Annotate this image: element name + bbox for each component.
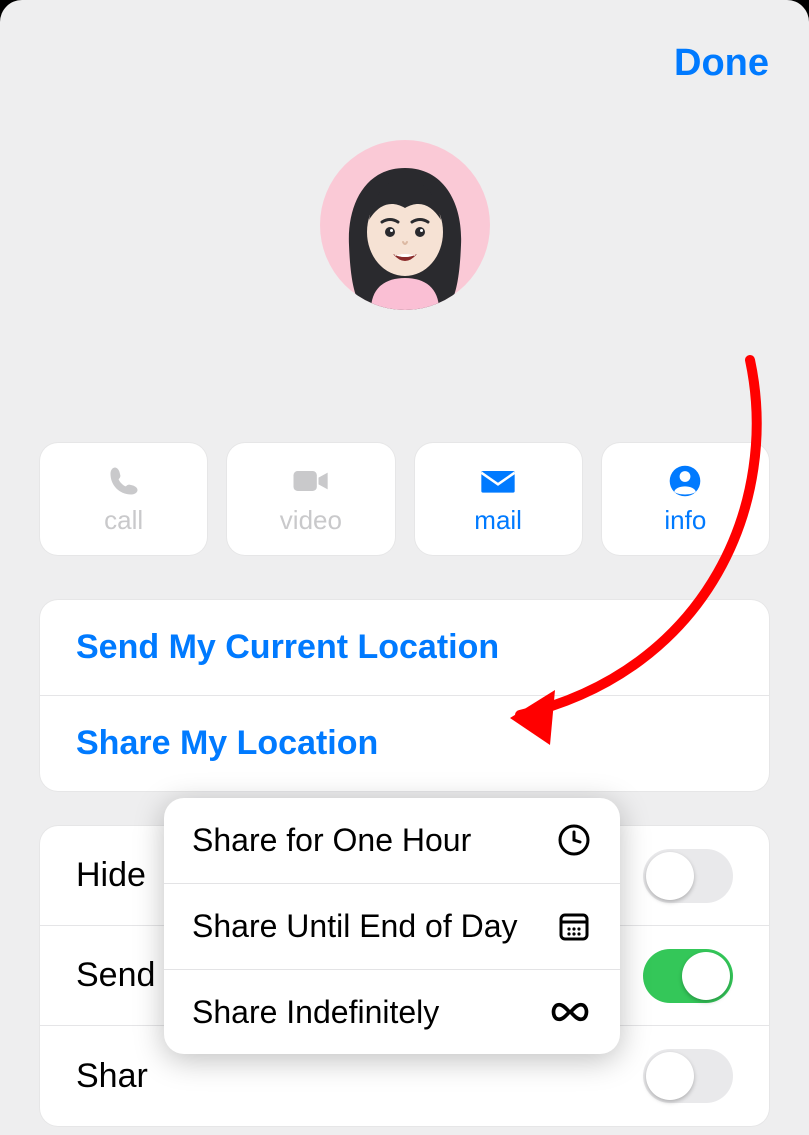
setting-label: Shar [76,1057,148,1096]
location-card: Send My Current Location Share My Locati… [40,600,769,791]
setting-label: Hide [76,856,146,895]
setting-label: Send [76,956,155,995]
call-label: call [104,505,143,536]
share-my-location[interactable]: Share My Location [40,696,769,791]
video-button[interactable]: video [227,443,394,555]
hide-alerts-toggle[interactable] [643,849,733,903]
envelope-icon [478,463,518,499]
phone-icon [104,463,144,499]
menu-label: Share Indefinitely [192,994,439,1031]
send-read-receipts-toggle[interactable] [643,949,733,1003]
contact-info-sheet: Done [0,0,809,1135]
infinity-icon [548,1000,592,1024]
share-indefinitely[interactable]: Share Indefinitely [164,970,620,1055]
info-label: info [664,505,706,536]
mail-button[interactable]: mail [415,443,582,555]
send-current-location[interactable]: Send My Current Location [40,600,769,696]
contact-avatar[interactable] [320,140,490,310]
clock-icon [556,822,592,858]
info-button[interactable]: info [602,443,769,555]
memoji-icon [335,160,475,310]
contact-actions: call video mail info [40,443,769,555]
share-focus-toggle[interactable] [643,1049,733,1103]
video-label: video [280,505,342,536]
menu-label: Share for One Hour [192,822,471,859]
call-button[interactable]: call [40,443,207,555]
menu-label: Share Until End of Day [192,908,518,945]
mail-label: mail [474,505,522,536]
share-until-end-of-day[interactable]: Share Until End of Day [164,884,620,970]
share-one-hour[interactable]: Share for One Hour [164,798,620,884]
person-circle-icon [665,463,705,499]
camera-icon [291,463,331,499]
share-duration-menu: Share for One Hour Share Until End of Da… [164,798,620,1054]
calendar-icon [556,908,592,944]
done-button[interactable]: Done [674,42,769,85]
